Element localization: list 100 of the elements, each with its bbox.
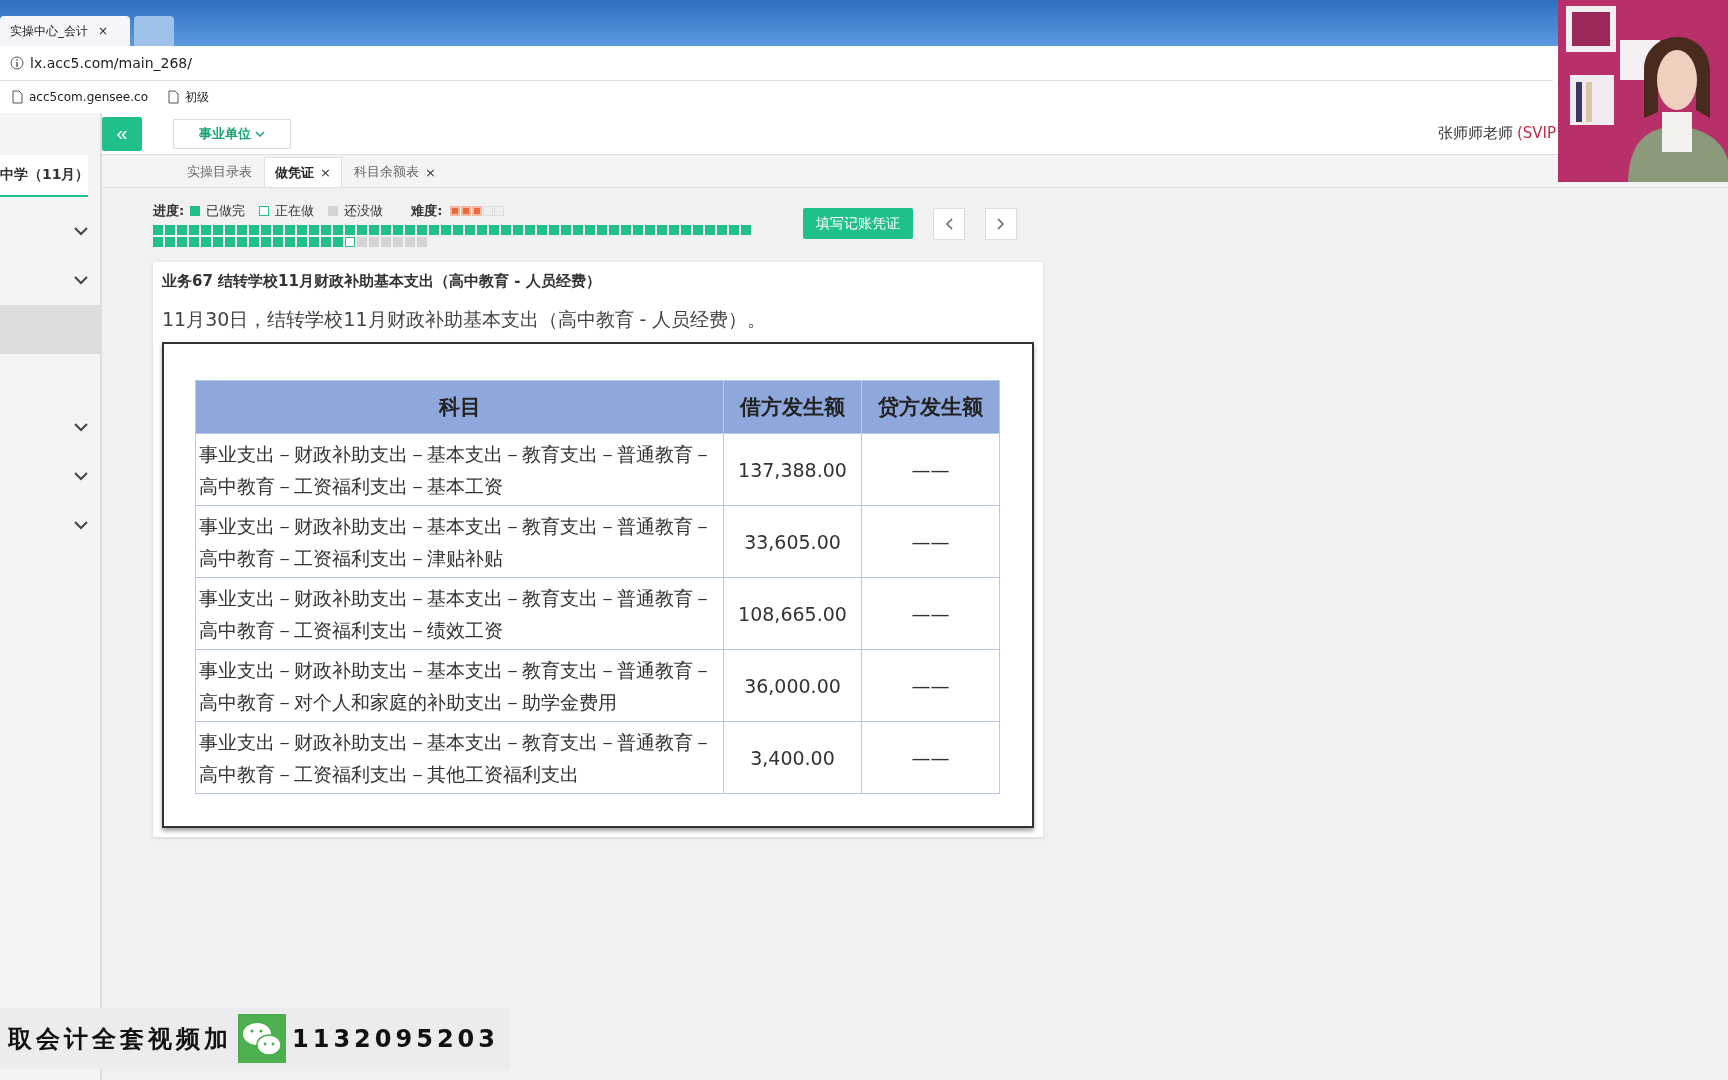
close-icon[interactable]: ×: [98, 24, 109, 38]
progress-square[interactable]: [297, 225, 307, 235]
progress-square[interactable]: [441, 225, 451, 235]
progress-square[interactable]: [705, 225, 715, 235]
promo-text: 取会计全套视频加: [8, 1023, 232, 1055]
progress-square[interactable]: [237, 237, 247, 247]
progress-square[interactable]: [153, 237, 163, 247]
progress-square[interactable]: [333, 237, 343, 247]
progress-square[interactable]: [189, 225, 199, 235]
progress-square[interactable]: [741, 225, 751, 235]
table-cell: ——: [861, 721, 1000, 794]
progress-square[interactable]: [549, 225, 559, 235]
progress-square[interactable]: [165, 237, 175, 247]
table-cell: ——: [861, 433, 1000, 506]
close-icon[interactable]: ×: [424, 164, 436, 180]
column-header: 科目: [195, 380, 724, 434]
progress-square[interactable]: [345, 237, 355, 247]
progress-square[interactable]: [417, 225, 427, 235]
sidebar-item[interactable]: [0, 305, 100, 354]
progress-square[interactable]: [345, 225, 355, 235]
progress-square[interactable]: [645, 225, 655, 235]
progress-square[interactable]: [321, 237, 331, 247]
legend-label: 还没做: [344, 202, 384, 220]
close-icon[interactable]: ×: [320, 165, 331, 180]
tab[interactable]: 实操目录表: [177, 157, 262, 187]
progress-square[interactable]: [261, 225, 271, 235]
progress-square[interactable]: [405, 237, 415, 247]
progress-square[interactable]: [153, 225, 163, 235]
progress-square[interactable]: [177, 225, 187, 235]
progress-square[interactable]: [657, 225, 667, 235]
progress-square[interactable]: [717, 225, 727, 235]
progress-square[interactable]: [357, 237, 367, 247]
progress-square[interactable]: [693, 225, 703, 235]
progress-square[interactable]: [597, 225, 607, 235]
progress-square[interactable]: [177, 237, 187, 247]
table-cell: 3,400.00: [723, 721, 862, 794]
table-cell: ——: [861, 577, 1000, 650]
progress-square[interactable]: [585, 225, 595, 235]
tab[interactable]: 做凭证 ×: [264, 157, 342, 187]
progress-square[interactable]: [369, 237, 379, 247]
progress-square[interactable]: [429, 225, 439, 235]
progress-square[interactable]: [213, 225, 223, 235]
progress-square[interactable]: [393, 237, 403, 247]
progress-square[interactable]: [465, 225, 475, 235]
progress-square[interactable]: [405, 225, 415, 235]
progress-square[interactable]: [333, 225, 343, 235]
progress-square[interactable]: [201, 225, 211, 235]
progress-square[interactable]: [477, 225, 487, 235]
progress-square[interactable]: [453, 225, 463, 235]
progress-square[interactable]: [297, 237, 307, 247]
progress-square[interactable]: [285, 225, 295, 235]
progress-square[interactable]: [489, 225, 499, 235]
progress-square[interactable]: [525, 225, 535, 235]
progress-square[interactable]: [309, 237, 319, 247]
progress-square[interactable]: [225, 237, 235, 247]
progress-square[interactable]: [501, 225, 511, 235]
progress-square[interactable]: [561, 225, 571, 235]
progress-square[interactable]: [369, 225, 379, 235]
legend-swatch: [190, 206, 201, 216]
progress-square[interactable]: [273, 225, 283, 235]
progress-square[interactable]: [201, 237, 211, 247]
progress-square[interactable]: [633, 225, 643, 235]
dropdown-label: 事业单位: [199, 124, 251, 143]
progress-square[interactable]: [213, 237, 223, 247]
progress-square[interactable]: [261, 237, 271, 247]
progress-square[interactable]: [321, 225, 331, 235]
legend-swatch: [328, 206, 339, 216]
progress-square[interactable]: [249, 237, 259, 247]
progress-square[interactable]: [285, 237, 295, 247]
progress-square[interactable]: [249, 225, 259, 235]
address-bar[interactable]: lx.acc5.com/main_268/: [0, 46, 1553, 81]
progress-square[interactable]: [729, 225, 739, 235]
task-title: 业务67 结转学校11月财政补助基本支出（高中教育 - 人员经费）: [162, 272, 602, 292]
progress-square[interactable]: [309, 225, 319, 235]
bookmark[interactable]: 初级: [168, 88, 209, 106]
progress-square[interactable]: [573, 225, 583, 235]
progress-square[interactable]: [609, 225, 619, 235]
progress-square[interactable]: [417, 237, 427, 247]
legend-label: 已做完: [206, 202, 246, 220]
browser-tab[interactable]: 实操中心_会计 ×: [0, 16, 130, 46]
progress-square[interactable]: [513, 225, 523, 235]
table-cell: 事业支出－财政补助支出－基本支出－教育支出－普通教育－高中教育－工资福利支出－津贴补贴: [195, 505, 724, 578]
progress-square[interactable]: [681, 225, 691, 235]
progress-square[interactable]: [381, 225, 391, 235]
progress-square[interactable]: [537, 225, 547, 235]
browser-tab[interactable]: [134, 16, 174, 46]
progress-square[interactable]: [669, 225, 679, 235]
progress-square[interactable]: [237, 225, 247, 235]
progress-square[interactable]: [393, 225, 403, 235]
progress-square[interactable]: [357, 225, 367, 235]
next-button[interactable]: [985, 208, 1017, 240]
progress-square[interactable]: [381, 237, 391, 247]
progress-square[interactable]: [621, 225, 631, 235]
progress-square[interactable]: [273, 237, 283, 247]
progress-square[interactable]: [225, 225, 235, 235]
tab-label: 做凭证: [275, 163, 314, 182]
tab[interactable]: 科目余额表 ×: [343, 157, 446, 187]
progress-square[interactable]: [189, 237, 199, 247]
previous-button[interactable]: [933, 208, 965, 240]
progress-square[interactable]: [165, 225, 175, 235]
